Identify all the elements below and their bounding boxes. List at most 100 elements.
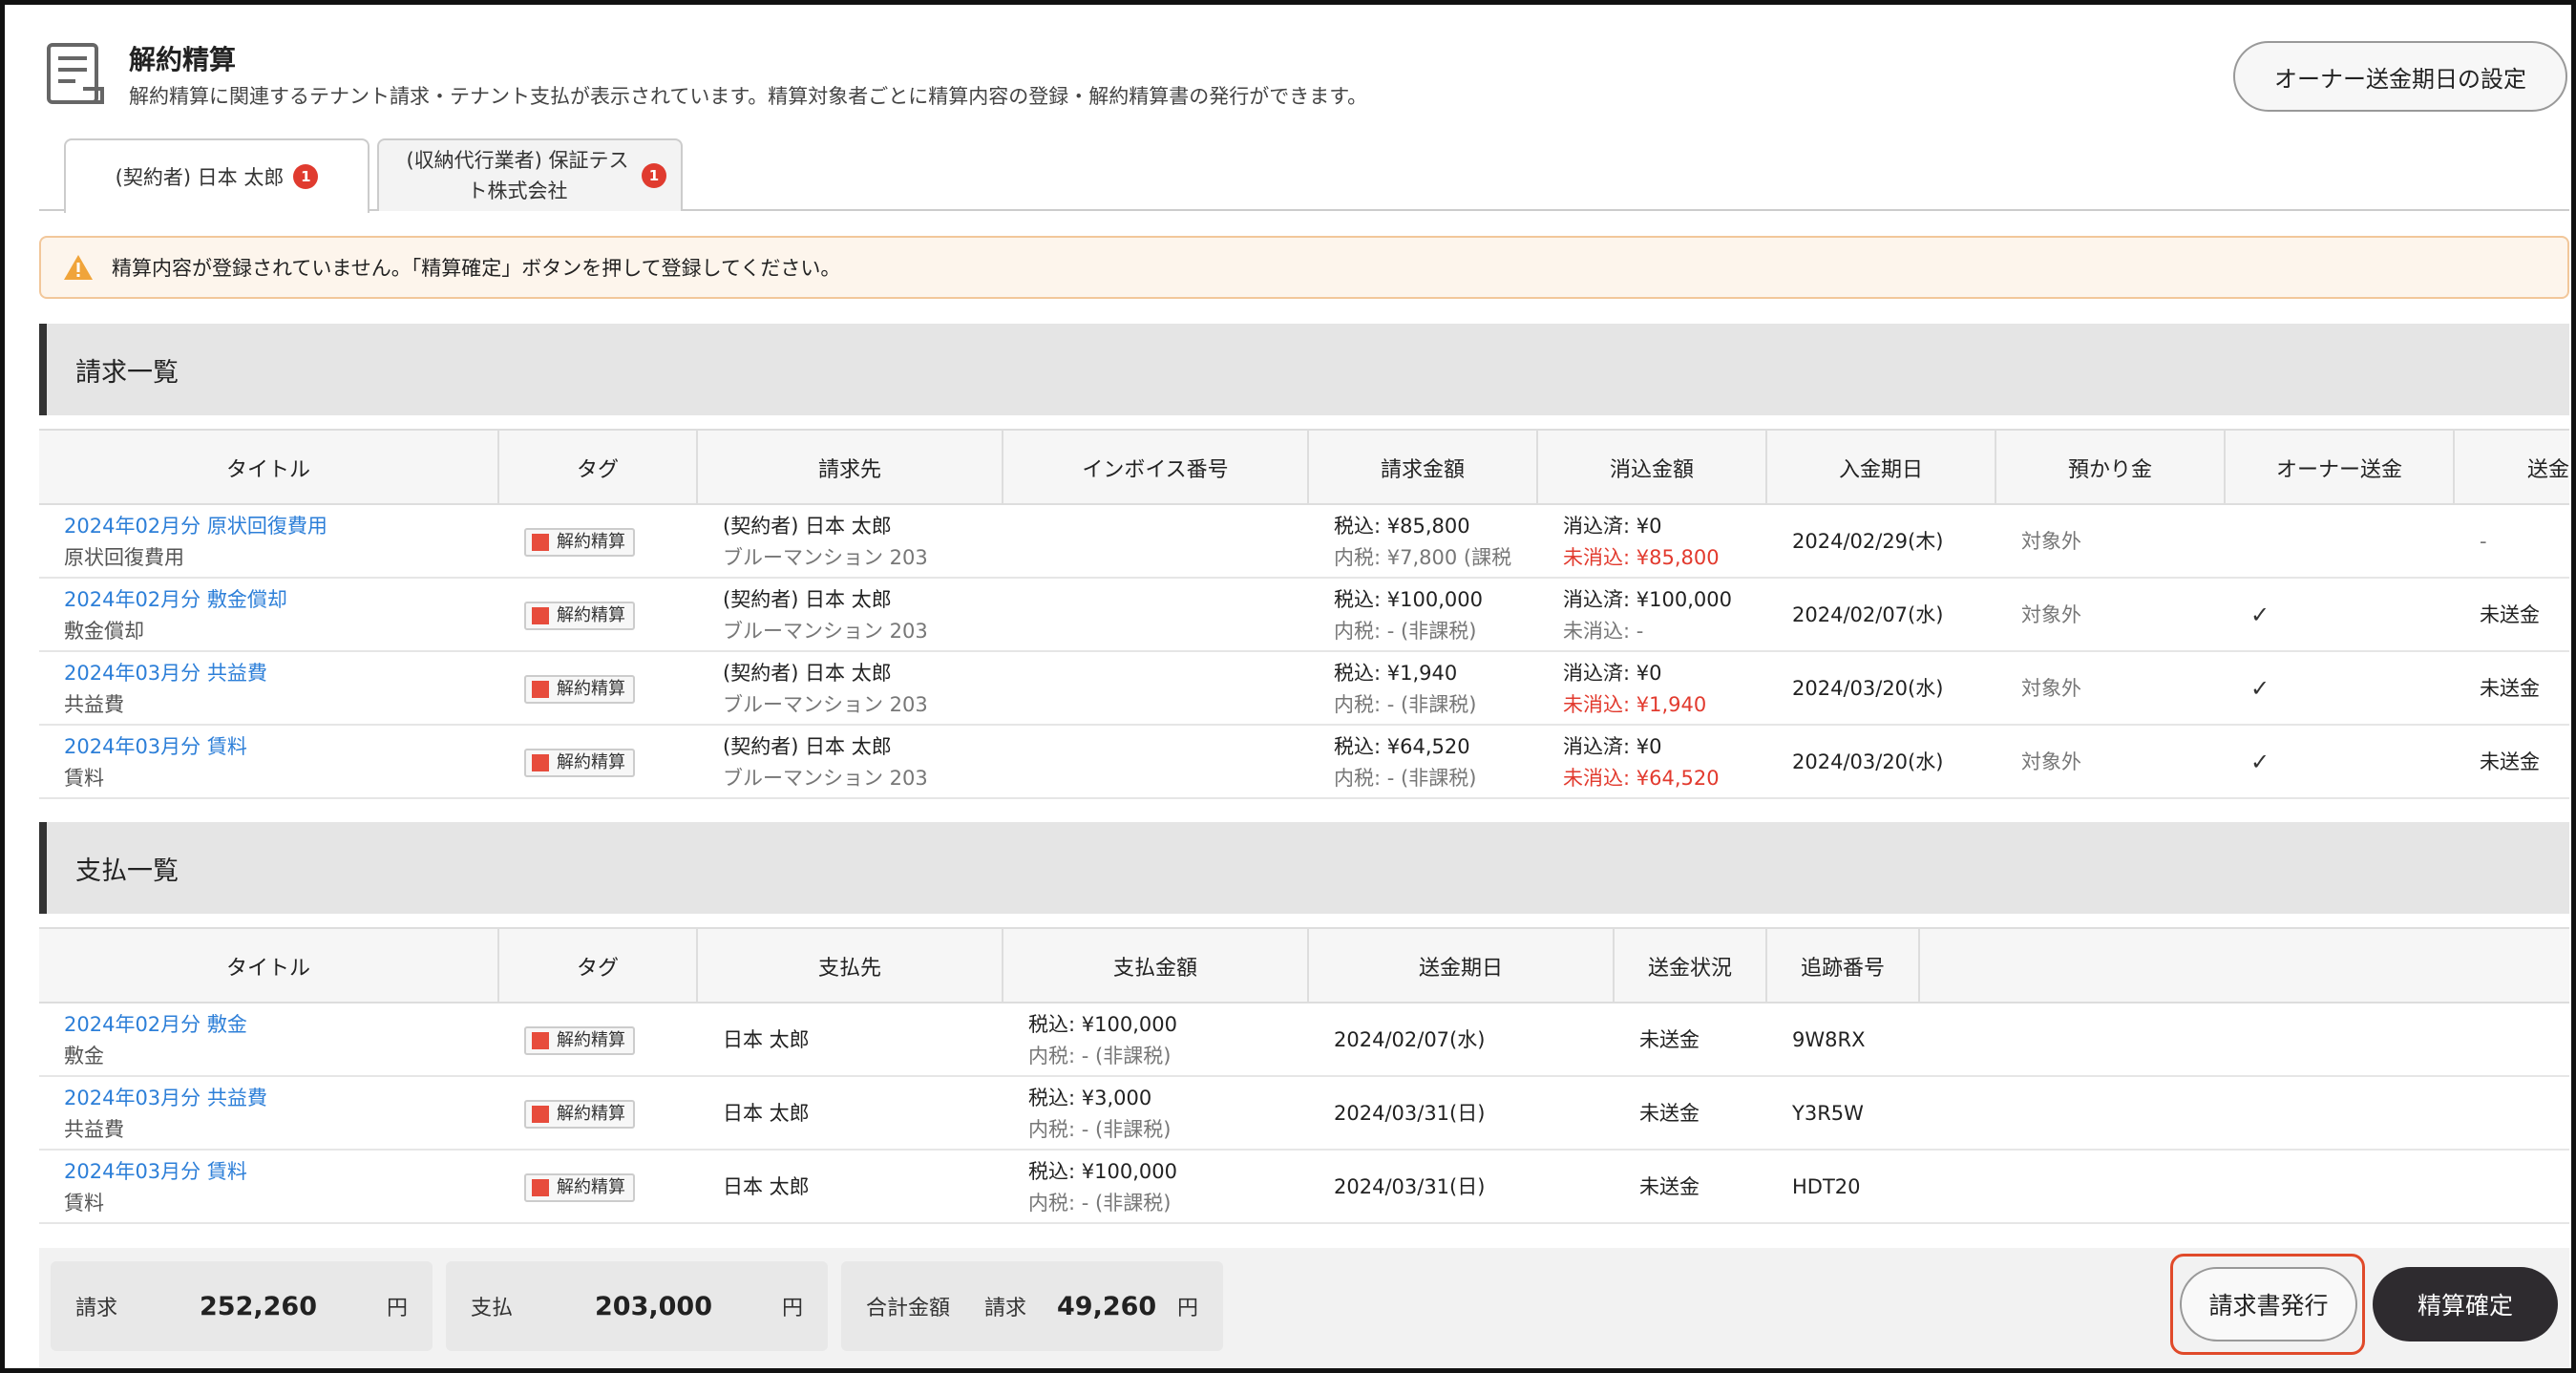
column-header[interactable]: タグ [499,929,698,1003]
cell-remittance: 未送金 [2480,750,2540,773]
column-header[interactable]: オーナー送金 [2226,431,2455,505]
net-total-kind: 請求 [984,1297,1027,1320]
payment-subtitle: 賃料 [64,1191,104,1215]
cell-due-date: 2024/03/20(水) [1792,750,1944,773]
cell-tracking: Y3R5W [1792,1102,1864,1125]
table-header: タイトル タグ 支払先 支払金額 送金期日 送金状況 追跡番号 [39,929,2569,1003]
cell-tag: 解約精算 [524,1077,696,1151]
cell-tag: 解約精算 [524,652,696,726]
amount-tax-detail: 内税: - (非課税) [1028,1117,1172,1141]
payment-title-link[interactable]: 2024年03月分 賃料 [64,1156,494,1188]
payments-table-body: 2024年02月分 敷金 敷金 解約精算 日本 太郎 税込: ¥100,000 内税: -… [39,1003,2569,1224]
payment-title-link[interactable]: 2024年03月分 共益費 [64,1083,494,1114]
column-header[interactable]: 預かり金 [1996,431,2226,505]
app-frame: 解約精算 解約精算に関連するテナント請求・テナント支払が表示されています。精算対… [0,0,2576,1373]
cleared-amount: 消込済: ¥0 [1563,661,1662,685]
cell-tag: 解約精算 [524,1003,696,1077]
invoice-title-link[interactable]: 2024年03月分 共益費 [64,658,494,689]
amount-tax-detail: 内税: - (非課税) [1334,692,1477,716]
cell-remittance: 未送金 [2480,603,2540,626]
tag-badge: 解約精算 [524,674,635,704]
cell-tracking: HDT20 [1792,1175,1861,1198]
tag-color-square [532,1178,549,1196]
cell-cleared: 消込済: ¥0 未消込: ¥85,800 [1563,505,1765,579]
billto-property: ブルーマンション 203 [723,692,928,716]
tab-badge: 1 [293,164,319,189]
table-row[interactable]: 2024年03月分 賃料 賃料 解約精算 日本 太郎 税込: ¥100,000 内税: -… [39,1151,2569,1224]
tag-label: 解約精算 [557,1030,625,1050]
checkmark-icon [2250,505,2441,579]
cell-amount: 税込: ¥3,000 内税: - (非課税) [1028,1077,1305,1151]
warning-alert: 精算内容が登録されていません。「精算確定」ボタンを押して登録してください。 [39,236,2569,299]
cell-title: 2024年03月分 共益費共益費 [64,652,494,726]
column-header[interactable]: 追跡番号 [1767,929,1920,1003]
table-row[interactable]: 2024年03月分 賃料 賃料 解約精算 (契約者) 日本 太郎ブルーマンション 20… [39,726,2569,799]
payment-total-unit: 円 [782,1297,804,1320]
tab-label-line2: ト株式会社 [467,180,568,202]
tab-badge: 1 [642,163,666,188]
billto-property: ブルーマンション 203 [723,766,928,790]
amount-tax-detail: 内税: ¥7,800 (課税 [1334,545,1512,569]
cell-title: 2024年03月分 賃料 賃料 [64,726,494,799]
column-header[interactable]: 入金期日 [1767,431,1996,505]
cell-due-date: 2024/03/31(日) [1334,1175,1486,1198]
cell-amount: 税込: ¥1,940 内税: - (非課税) [1334,652,1536,726]
table-row[interactable]: 2024年03月分 共益費 共益費 解約精算 (契約者) 日本 太郎 ブルーマンション … [39,652,2569,726]
amount-incl-tax: 税込: ¥3,000 [1028,1086,1152,1109]
owner-remittance-date-button[interactable]: オーナー送金期日の設定 [2233,41,2567,112]
column-header[interactable]: 支払金額 [1003,929,1309,1003]
tab-contractor[interactable]: (契約者) 日本 太郎 1 [64,138,370,213]
billing-total-box: 請求 252,260 円 [51,1261,433,1351]
tag-badge: 解約精算 [524,748,635,777]
invoice-subtitle: 敷金償却 [64,619,144,643]
amount-incl-tax: 税込: ¥100,000 [1334,587,1483,611]
cell-due-date: 2024/02/29(木) [1792,530,1944,553]
column-header[interactable]: タイトル [39,431,499,505]
cell-billto: (契約者) 日本 太郎 ブルーマンション 203 [723,579,1000,652]
page-title: 解約精算 [129,44,237,75]
column-header[interactable]: 請求先 [698,431,1003,505]
net-total-box: 合計金額 請求 49,260 円 [841,1261,1223,1351]
cell-cleared: 消込済: ¥0 未消込: ¥1,940 [1563,652,1765,726]
tab-label: (収納代行業者) 保証テス ト株式会社 [393,145,642,206]
column-header[interactable]: 送金状況 [1615,929,1767,1003]
issue-invoice-button[interactable]: 請求書発行 [2180,1267,2357,1341]
tab-collection-agent[interactable]: (収納代行業者) 保証テス ト株式会社 1 [377,138,683,211]
invoice-subtitle: 共益費 [64,692,124,716]
column-header[interactable]: 送金期日 [1309,929,1615,1003]
cell-amount: 税込: ¥85,800 内税: ¥7,800 (課税 [1334,505,1536,579]
tag-label: 解約精算 [557,752,625,772]
tag-badge: 解約精算 [524,527,635,557]
cell-title: 2024年03月分 賃料賃料 [64,1151,494,1224]
tag-label: 解約精算 [557,605,625,625]
table-row[interactable]: 2024年02月分 敷金償却敷金償却 解約精算 (契約者) 日本 太郎 ブルーマンショ… [39,579,2569,652]
column-header[interactable]: タイトル [39,929,499,1003]
billto-name: (契約者) 日本 太郎 [723,734,892,758]
table-row[interactable]: 2024年02月分 敷金 敷金 解約精算 日本 太郎 税込: ¥100,000 内税: -… [39,1003,2569,1077]
payment-total-value: 203,000 [595,1291,712,1321]
confirm-settlement-button[interactable]: 精算確定 [2373,1267,2558,1341]
net-total-unit: 円 [1177,1297,1199,1320]
payment-subtitle: 敷金 [64,1044,104,1067]
column-header[interactable]: 消込金額 [1538,431,1767,505]
cell-amount: 税込: ¥64,520 内税: - (非課税) [1334,726,1536,799]
column-header[interactable]: インボイス番号 [1003,431,1309,505]
column-header[interactable]: 請求金額 [1309,431,1538,505]
invoice-title-link[interactable]: 2024年02月分 敷金償却 [64,584,494,616]
amount-incl-tax: 税込: ¥64,520 [1334,734,1470,758]
cell-due-date: 2024/03/20(水) [1792,677,1944,700]
column-header[interactable]: 支払先 [698,929,1003,1003]
table-row[interactable]: 2024年03月分 共益費 共益費 解約精算 日本 太郎 税込: ¥3,000 内税: -… [39,1077,2569,1151]
cell-status: 未送金 [1639,1175,1700,1198]
uncleared-amount: 未消込: - [1563,619,1644,643]
cell-title: 2024年02月分 原状回復費用 原状回復費用 [64,505,494,579]
tag-label: 解約精算 [557,1177,625,1197]
cell-deposit: 対象外 [2021,750,2081,773]
invoice-title-link[interactable]: 2024年02月分 原状回復費用 [64,511,494,542]
invoice-title-link[interactable]: 2024年03月分 賃料 [64,731,494,763]
column-header[interactable]: タグ [499,431,698,505]
warning-icon [64,255,93,280]
column-header[interactable]: 送金 [2455,431,2571,505]
table-row[interactable]: 2024年02月分 原状回復費用 原状回復費用 解約精算 (契約者) 日本 太郎 ブルー… [39,505,2569,579]
payment-title-link[interactable]: 2024年02月分 敷金 [64,1009,494,1041]
